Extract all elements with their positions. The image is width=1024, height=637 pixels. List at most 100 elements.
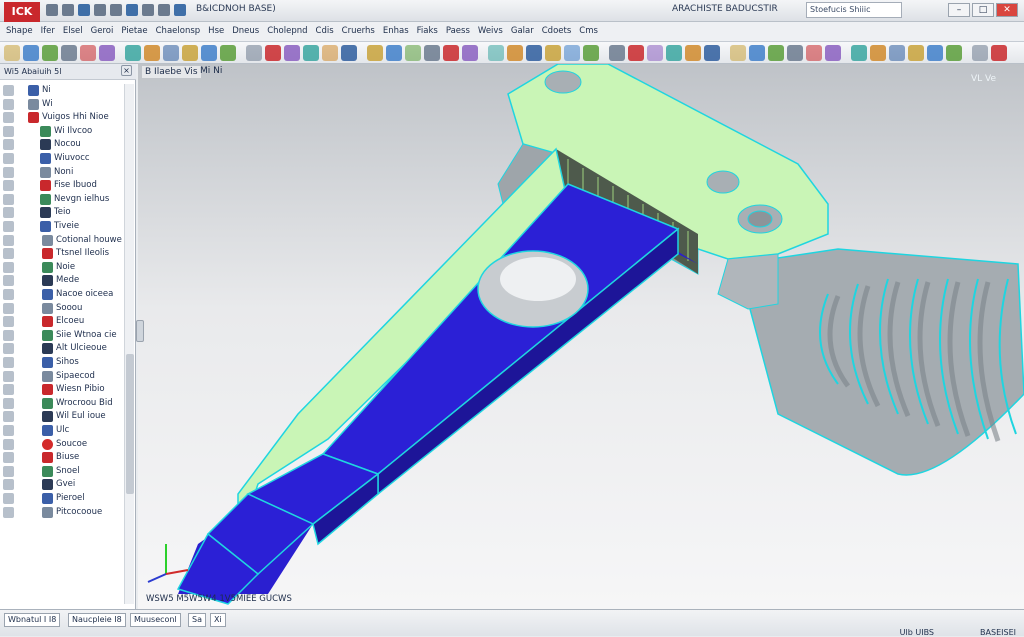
- minimize-button[interactable]: –: [948, 3, 970, 17]
- rotate-icon[interactable]: [341, 45, 357, 61]
- menu-item[interactable]: Cholepnd: [263, 22, 311, 41]
- expand-icon[interactable]: [3, 452, 14, 464]
- menu-item[interactable]: Pietae: [117, 22, 151, 41]
- render-icon[interactable]: [462, 45, 478, 61]
- tree-item[interactable]: Pieroel: [0, 492, 134, 505]
- appearance-icon[interactable]: [424, 45, 440, 61]
- sketch-icon[interactable]: [507, 45, 523, 61]
- tree-item[interactable]: Nacoe oiceea: [0, 288, 134, 301]
- menu-item[interactable]: Dneus: [228, 22, 263, 41]
- new-icon[interactable]: [46, 4, 58, 16]
- threaded-rod[interactable]: [737, 248, 1024, 476]
- revolve-icon[interactable]: [545, 45, 561, 61]
- mirror-icon[interactable]: [144, 45, 160, 61]
- display-icon[interactable]: [908, 45, 924, 61]
- measure-icon[interactable]: [284, 45, 300, 61]
- expand-icon[interactable]: [3, 221, 14, 232]
- tree-item[interactable]: Wi Ilvcoo: [0, 125, 134, 138]
- point-icon[interactable]: [768, 45, 784, 61]
- menu-item[interactable]: Paess: [442, 22, 474, 41]
- tree-item[interactable]: Elcoeu: [0, 315, 134, 328]
- expand-icon[interactable]: [3, 397, 14, 409]
- status-tab[interactable]: Wbnatul I I8: [4, 613, 61, 627]
- tree-item[interactable]: Gvei: [0, 478, 134, 491]
- tree-item[interactable]: Nocou: [0, 138, 134, 151]
- status-tab[interactable]: Naucpleie I8: [68, 613, 126, 627]
- expand-icon[interactable]: [3, 289, 14, 300]
- undo-icon[interactable]: [110, 4, 122, 16]
- menu-item[interactable]: Shape: [2, 22, 37, 41]
- expand-icon[interactable]: [3, 465, 14, 477]
- lever-arm[interactable]: [176, 183, 698, 605]
- tree-item[interactable]: Sihos: [0, 356, 134, 369]
- hole-icon[interactable]: [609, 45, 625, 61]
- view-icon[interactable]: [889, 45, 905, 61]
- tree-item[interactable]: Sooou: [0, 302, 134, 315]
- menu-item[interactable]: Elsel: [59, 22, 87, 41]
- tree-item[interactable]: Mede: [0, 274, 134, 287]
- open-icon[interactable]: [62, 4, 74, 16]
- expand-icon[interactable]: [3, 234, 14, 246]
- tree-item[interactable]: Wiesn Pibio: [0, 383, 134, 396]
- settings-icon[interactable]: [991, 45, 1007, 61]
- expand-icon[interactable]: [3, 384, 14, 396]
- tree-item[interactable]: Wil Eul ioue: [0, 410, 134, 423]
- tree-item[interactable]: Tiveie: [0, 220, 134, 233]
- fillet-icon[interactable]: [61, 45, 77, 61]
- display-icon[interactable]: [405, 45, 421, 61]
- expand-icon[interactable]: [3, 207, 14, 219]
- menu-item[interactable]: Geroi: [87, 22, 118, 41]
- redo-icon[interactable]: [126, 4, 138, 16]
- rib-icon[interactable]: [685, 45, 701, 61]
- point-icon[interactable]: [265, 45, 281, 61]
- expand-icon[interactable]: [3, 411, 14, 423]
- scroll-thumb[interactable]: [126, 354, 134, 494]
- hole-icon[interactable]: [99, 45, 115, 61]
- scene-icon[interactable]: [946, 45, 962, 61]
- menu-item[interactable]: Enhas: [379, 22, 413, 41]
- app-logo[interactable]: ICK: [4, 2, 40, 22]
- status-tab[interactable]: Sa: [188, 613, 206, 627]
- expand-icon[interactable]: [3, 112, 14, 124]
- menu-item[interactable]: Galar: [507, 22, 538, 41]
- expand-icon[interactable]: [3, 425, 14, 436]
- model-graphics[interactable]: [138, 64, 1024, 609]
- shell-icon[interactable]: [163, 45, 179, 61]
- search-input[interactable]: Stoefucis Shiiic: [806, 2, 902, 18]
- options-icon[interactable]: [174, 4, 186, 16]
- tree-item[interactable]: Noni: [0, 166, 134, 179]
- tree-item[interactable]: Soucoe: [0, 438, 134, 451]
- expand-icon[interactable]: [3, 139, 14, 151]
- menu-item[interactable]: Fiaks: [413, 22, 442, 41]
- extrude-icon[interactable]: [526, 45, 542, 61]
- appearance-icon[interactable]: [927, 45, 943, 61]
- sketch-icon[interactable]: [4, 45, 20, 61]
- expand-icon[interactable]: [3, 98, 14, 110]
- expand-icon[interactable]: [3, 248, 14, 260]
- tree-item[interactable]: Vuigos Hhi Nioe: [0, 111, 134, 124]
- expand-icon[interactable]: [3, 85, 14, 96]
- section-icon[interactable]: [303, 45, 319, 61]
- rebuild-icon[interactable]: [158, 4, 170, 16]
- axis-icon[interactable]: [749, 45, 765, 61]
- tree-item[interactable]: Pitcocooue: [0, 506, 134, 519]
- menu-item[interactable]: Weivs: [474, 22, 507, 41]
- expand-icon[interactable]: [3, 302, 14, 314]
- draft-icon[interactable]: [704, 45, 720, 61]
- close-button[interactable]: ✕: [996, 3, 1018, 17]
- menu-item[interactable]: Cruerhs: [338, 22, 379, 41]
- tree-item[interactable]: Ttsnel Ileolis: [0, 247, 134, 260]
- menu-item[interactable]: Cms: [575, 22, 602, 41]
- extrude-icon[interactable]: [23, 45, 39, 61]
- revolve-icon[interactable]: [42, 45, 58, 61]
- chamfer-icon[interactable]: [80, 45, 96, 61]
- tree-item[interactable]: Wiuvocc: [0, 152, 134, 165]
- panel-splitter[interactable]: [136, 320, 144, 342]
- save-icon[interactable]: [78, 4, 90, 16]
- measure-icon[interactable]: [787, 45, 803, 61]
- pan-icon[interactable]: [367, 45, 383, 61]
- rotate-icon[interactable]: [851, 45, 867, 61]
- tree-item[interactable]: Nevgn ielhus: [0, 193, 134, 206]
- status-tab[interactable]: Xi: [210, 613, 226, 627]
- menu-item[interactable]: Ifer: [37, 22, 59, 41]
